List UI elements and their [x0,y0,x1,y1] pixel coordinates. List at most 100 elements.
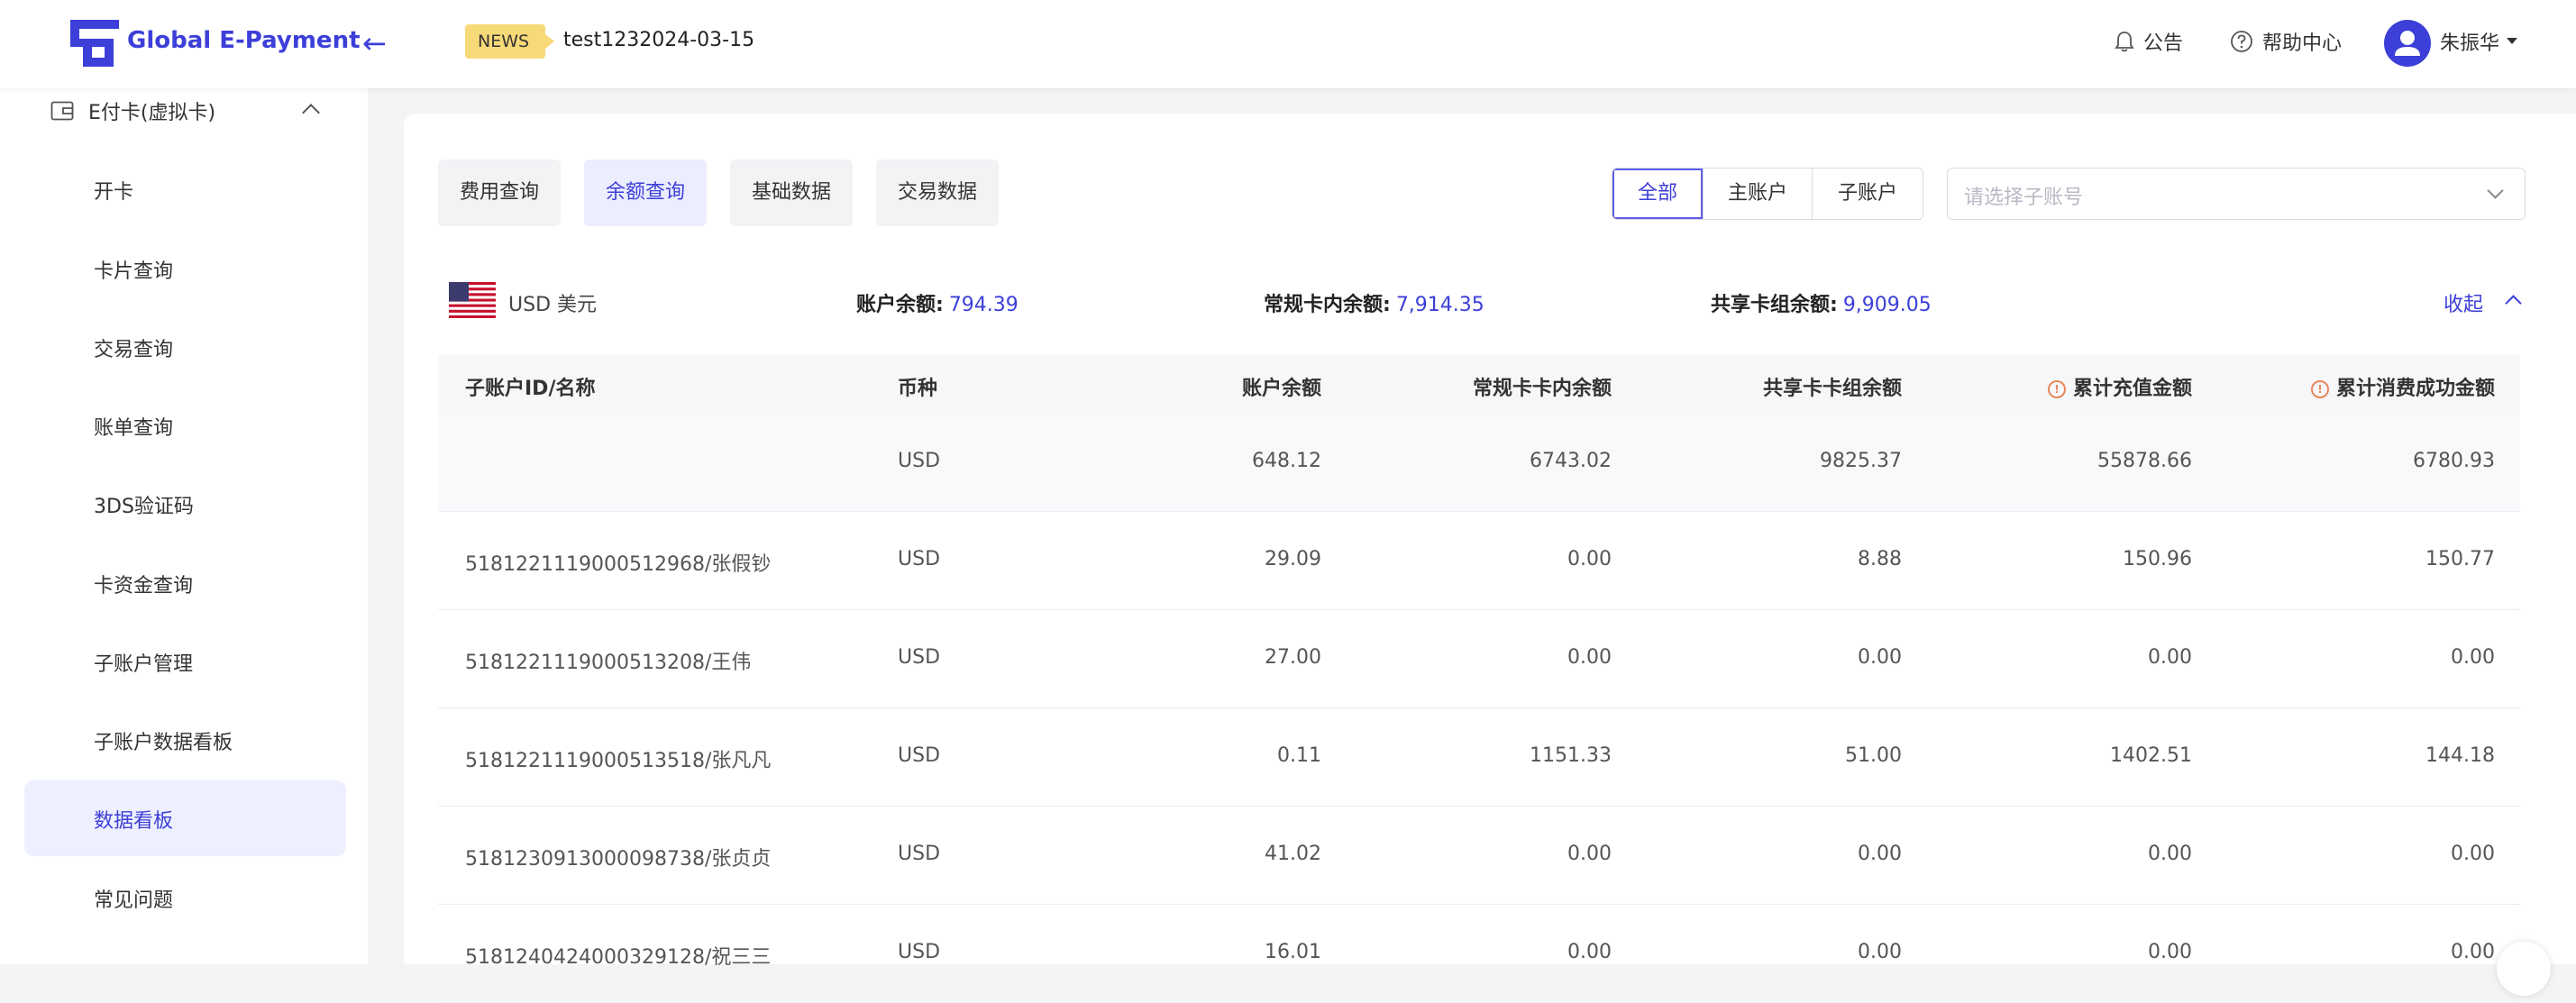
summary-account-balance: 账户余额: 794.39 [856,288,1019,317]
table-row: USD 648.12 6743.02 9825.37 55878.66 6780… [438,414,2520,512]
cell-account-balance: 41.02 [1265,843,1321,865]
sidebar-group-virtual-card[interactable]: E付卡(虚拟卡) [50,97,215,124]
cell-account-balance: 16.01 [1265,941,1321,963]
cell-total-recharge: 150.96 [2123,548,2192,570]
cell-total-consumption: 150.77 [2425,548,2495,570]
cell-account-balance: 29.09 [1265,548,1321,570]
col-currency: 币种 [898,378,938,400]
card-balance-label: 常规卡内余额: [1264,294,1391,316]
shared-balance-label: 共享卡组余额: [1711,294,1838,316]
help-circle-icon [2231,31,2252,52]
cell-total-recharge: 0.00 [2148,646,2192,669]
cell-card-balance: 0.00 [1567,646,1612,669]
tab-balance-query[interactable]: 余额查询 [584,160,708,226]
cell-total-recharge: 55878.66 [2097,450,2192,472]
cell-subaccount-id: 5181230913000098738/张贞贞 [465,848,772,871]
us-flag-icon [449,282,496,318]
chevron-down-icon [2487,182,2504,199]
cell-shared-balance: 8.88 [1858,548,1902,570]
subaccount-select[interactable]: 请选择子账号 [1947,168,2526,220]
sidebar-item-transaction-query[interactable]: 交易查询 [94,333,173,362]
table-row: 5181221119000513208/王伟 USD 27.00 0.00 0.… [438,610,2520,708]
segment-all[interactable]: 全部 [1612,169,1703,219]
wallet-icon [50,101,74,121]
col-total-recharge: ! 累计充值金额 [2047,372,2192,401]
cell-currency: USD [898,450,941,472]
notice-label: 公告 [2143,32,2184,55]
cell-total-consumption: 144.18 [2425,744,2495,767]
account-balance-value: 794.39 [948,294,1019,316]
cell-shared-balance: 0.00 [1858,646,1902,669]
user-name[interactable]: 朱振华 [2440,27,2499,56]
cell-total-recharge: 1402.51 [2110,744,2192,767]
table-row: 5181221119000512968/张假钞 USD 29.09 0.00 8… [438,512,2520,610]
segment-sub-account[interactable]: 子账户 [1812,169,1923,219]
shared-balance-value: 9,909.05 [1842,294,1932,316]
sidebar-item-3ds-code[interactable]: 3DS验证码 [94,490,194,519]
sidebar-group-label: E付卡(虚拟卡) [88,102,216,124]
table-row: 5181221119000513518/张凡凡 USD 0.11 1151.33… [438,708,2520,807]
table-header: 子账户ID/名称 币种 账户余额 常规卡卡内余额 共享卡卡组余额 ! 累计充值金额… [438,354,2520,414]
collapse-sidebar-arrow-icon[interactable]: ← [362,27,387,59]
cell-currency: USD [898,646,941,669]
cell-card-balance: 6743.02 [1530,450,1612,472]
col-total-consumption: ! 累计消费成功金额 [2310,372,2495,401]
floating-action-button[interactable] [2497,942,2551,996]
sidebar-item-bill-query[interactable]: 账单查询 [94,412,173,441]
cell-account-balance: 27.00 [1265,646,1321,669]
info-warning-icon[interactable]: ! [2047,380,2066,398]
user-menu-caret-icon[interactable] [2507,38,2517,44]
logo-text: Global E-Payment [127,27,361,54]
card-balance-value: 7,914.35 [1395,294,1484,316]
bell-icon [2115,32,2134,52]
sidebar-item-open-card[interactable]: 开卡 [94,176,133,205]
cell-total-consumption: 6780.93 [2413,450,2495,472]
sidebar-item-subaccount-mgmt[interactable]: 子账户管理 [94,648,193,677]
cell-account-balance: 648.12 [1252,450,1321,472]
user-avatar[interactable] [2384,20,2431,67]
cell-shared-balance: 0.00 [1858,843,1902,865]
cell-currency: USD [898,843,941,865]
col-total-recharge-label: 累计充值金额 [2072,378,2192,400]
sidebar-item-faq[interactable]: 常见问题 [94,884,173,913]
cell-currency: USD [898,941,941,963]
tab-fee-query[interactable]: 费用查询 [438,160,562,226]
segment-main-account[interactable]: 主账户 [1703,169,1812,219]
user-icon [2395,31,2420,56]
info-warning-icon[interactable]: ! [2310,380,2329,398]
news-ticker-text[interactable]: test1232024-03-15 [563,29,754,51]
cell-currency: USD [898,744,941,767]
sidebar-active-highlight [24,780,346,856]
help-center-link[interactable]: 帮助中心 [2230,27,2342,56]
help-label: 帮助中心 [2262,32,2343,55]
account-balance-label: 账户余额: [856,294,944,316]
col-shared-balance: 共享卡卡组余额 [1762,378,1902,400]
cell-subaccount-id: 5181221119000513208/王伟 [465,652,752,674]
sidebar [0,88,368,964]
sidebar-item-dashboard[interactable]: 数据看板 [94,805,173,834]
tab-basic-data[interactable]: 基础数据 [730,160,854,226]
cell-card-balance: 1151.33 [1530,744,1612,767]
sidebar-item-card-funds[interactable]: 卡资金查询 [94,570,193,598]
account-type-segmented: 全部 主账户 子账户 [1612,168,1923,220]
cell-total-consumption: 0.00 [2451,646,2495,669]
logo-icon[interactable] [70,20,119,67]
col-total-consumption-label: 累计消费成功金额 [2335,378,2495,400]
cell-shared-balance: 51.00 [1845,744,1902,767]
collapse-button[interactable]: 收起 [2444,288,2483,317]
col-subaccount-id: 子账户ID/名称 [465,378,596,400]
cell-subaccount-id: 5181221119000512968/张假钞 [465,553,772,576]
cell-card-balance: 0.00 [1567,548,1612,570]
cell-total-consumption: 0.00 [2451,941,2495,963]
top-header: Global E-Payment ← NEWS test1232024-03-1… [0,0,2576,88]
notice-link[interactable]: 公告 [2115,27,2183,56]
subaccount-select-placeholder: 请选择子账号 [1964,187,2084,209]
sidebar-item-card-query[interactable]: 卡片查询 [94,255,173,284]
cell-total-recharge: 0.00 [2148,941,2192,963]
summary-shared-balance: 共享卡组余额: 9,909.05 [1711,288,1932,317]
sidebar-item-subaccount-dashboard[interactable]: 子账户数据看板 [94,726,233,755]
cell-total-consumption: 0.00 [2451,843,2495,865]
cell-total-recharge: 0.00 [2148,843,2192,865]
tab-transaction-data[interactable]: 交易数据 [876,160,1000,226]
cell-subaccount-id: 5181240424000329128/祝三三 [465,946,772,969]
